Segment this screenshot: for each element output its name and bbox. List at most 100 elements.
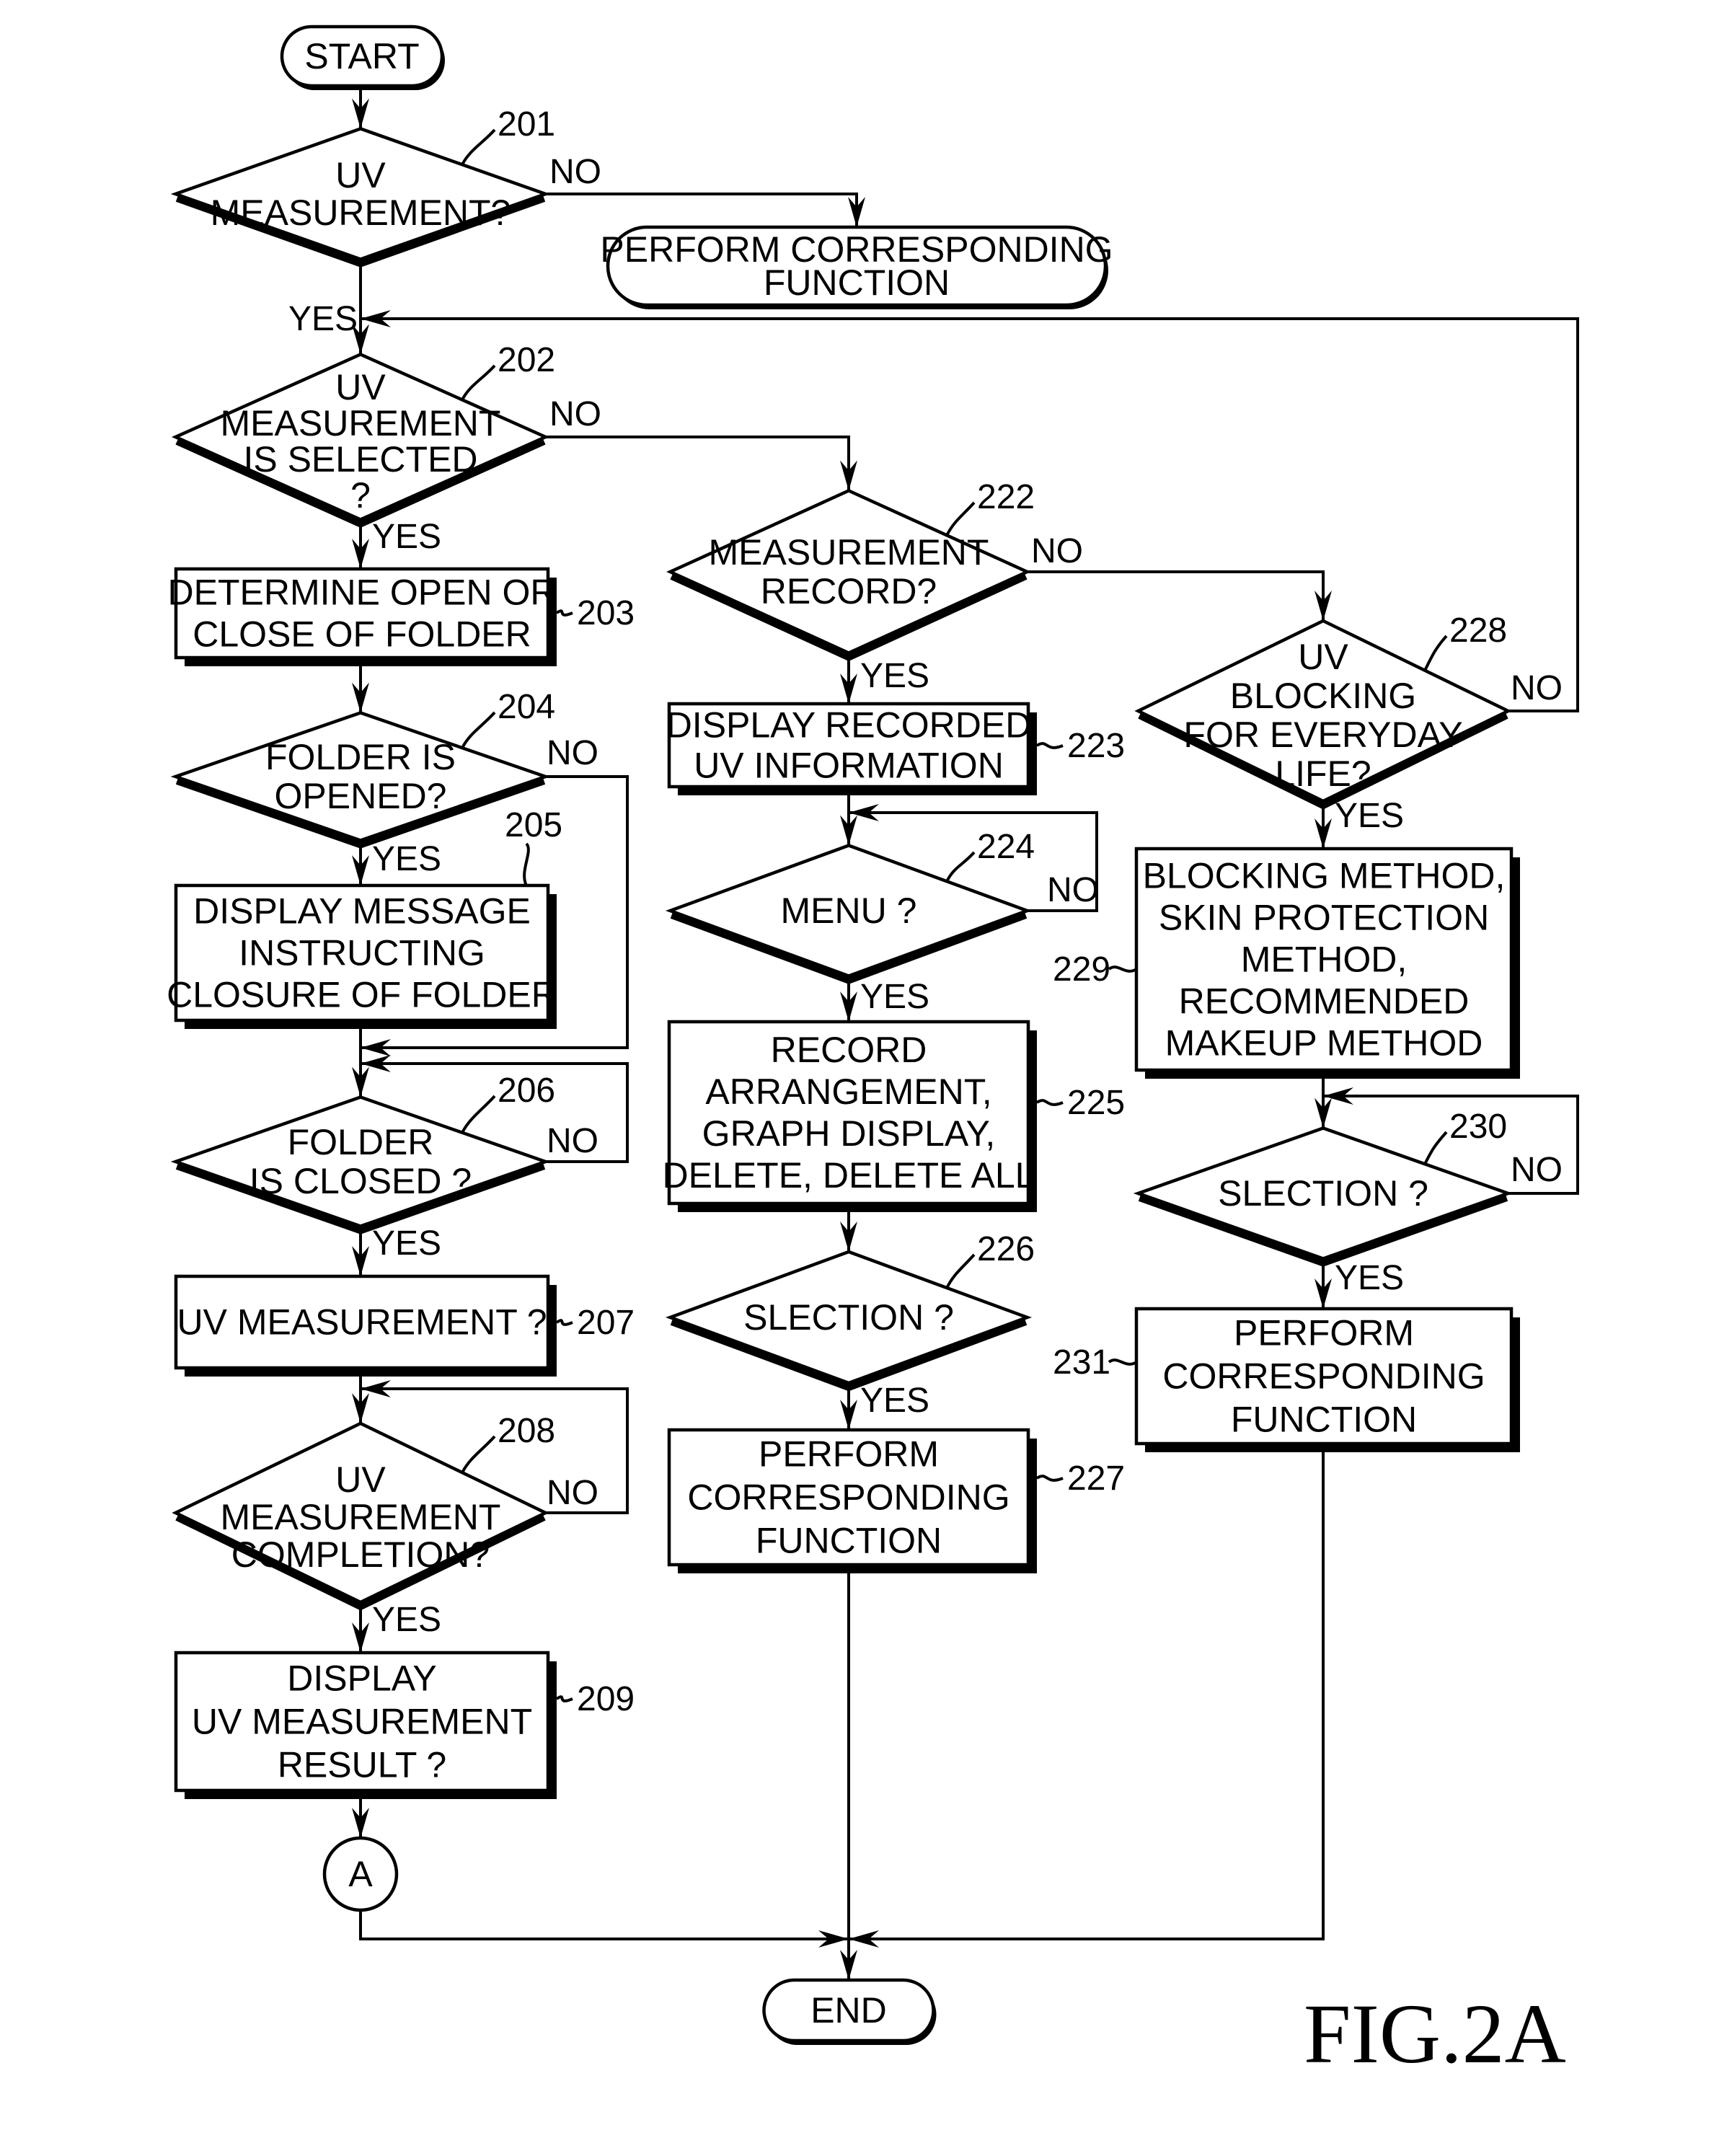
ref-number: 204 [498,688,555,726]
process-227: PERFORMCORRESPONDINGFUNCTION 227 [667,1428,1125,1573]
process-229-text-line: RECOMMENDED [1179,981,1470,1022]
decision-226: SLECTION ? 226 [665,1230,1035,1392]
process-227-text-line: FUNCTION [756,1521,942,1561]
decision-224-text-line: MENU ? [781,891,917,931]
ref-number: 202 [498,341,555,379]
decision-202-text-line: IS SELECTED [243,439,477,480]
ref-number: 228 [1449,611,1507,650]
ref-number: 223 [1067,727,1125,765]
branch-label-yes: YES [372,840,441,878]
ref-leader [1035,1475,1064,1482]
ref-leader [523,842,530,886]
connector-a: A [322,1836,399,1912]
ref-leader [555,1319,573,1326]
flowchart-canvas: STARTENDPERFORM CORRESPONDINGFUNCTIONAUV… [167,25,1579,2081]
figure-label: FIG.2A [1304,1987,1566,2081]
process-229: BLOCKING METHOD,SKIN PROTECTIONMETHOD,RE… [1053,847,1520,1079]
end-terminal-text-line: END [810,1990,887,2031]
ref-leader [1035,1099,1064,1106]
process-209-text-line: RESULT ? [278,1745,446,1785]
process-225: RECORDARRANGEMENT,GRAPH DISPLAY,DELETE, … [663,1020,1125,1212]
branch-label-yes: YES [372,518,441,556]
decision-222-text-line: RECORD? [761,571,937,611]
process-207: UV MEASUREMENT ? 207 [174,1274,635,1377]
decision-202: UVMEASUREMENTIS SELECTED? 202 [171,341,555,528]
ref-leader [555,609,573,617]
process-229-text-line: MAKEUP METHOD [1165,1023,1483,1064]
decision-228-text-line: UV [1298,637,1348,677]
process-223-text-line: UV INFORMATION [694,746,1004,786]
branch-label-no: NO [547,734,598,772]
decision-228-text-line: BLOCKING [1230,676,1416,716]
ref-number: 208 [498,1412,555,1450]
branch-label-yes: YES [288,300,358,338]
process-231-text-line: PERFORM [1234,1313,1414,1353]
ref-number: 227 [1067,1459,1125,1498]
decision-208: UVMEASUREMENTCOMPLETION? 208 [172,1412,555,1611]
branch-label-yes: YES [860,978,929,1016]
branch-label-yes: YES [860,1382,929,1420]
process-223-text-line: DISPLAY RECORDED [666,705,1032,746]
process-231-text-line: FUNCTION [1231,1400,1417,1440]
process-229-text-line: METHOD, [1241,940,1408,980]
ref-leader [1423,635,1448,671]
process-229-text-line: BLOCKING METHOD, [1143,856,1506,896]
ref-leader [461,364,496,401]
process-205-text-line: INSTRUCTING [239,933,485,973]
ref-leader [461,128,496,166]
ref-number: 201 [498,105,555,143]
edge-222-no [1027,570,1325,621]
process-227-text-line: PERFORM [759,1434,939,1475]
process-225-text-line: DELETE, DELETE ALL [663,1155,1035,1196]
branch-label-no: NO [547,1122,598,1160]
decision-202-text-line: MEASUREMENT [221,403,501,443]
ref-leader [461,1435,496,1474]
ref-leader [461,1095,496,1134]
flowchart-nodes: STARTENDPERFORM CORRESPONDINGFUNCTIONAUV… [167,25,1520,2045]
ref-leader [1108,966,1138,973]
branch-label-no: NO [547,1474,598,1512]
ref-number: 231 [1053,1343,1110,1382]
ref-number: 225 [1067,1084,1125,1122]
branch-label-yes: YES [372,1224,441,1263]
branch-label-no: NO [549,153,601,191]
ref-number: 205 [505,806,562,844]
process-225-text-line: RECORD [771,1030,927,1070]
decision-222-text-line: MEASUREMENT [709,532,989,573]
branch-label-yes: YES [1335,797,1404,835]
branch-label-no: NO [1047,871,1099,909]
end-terminal: END [762,1978,937,2045]
decision-201-text-line: MEASUREMENT? [211,193,511,233]
process-203-text-line: CLOSE OF FOLDER [193,614,531,655]
process-205-text-line: DISPLAY MESSAGE [193,891,531,932]
process-205-text-line: CLOSURE OF FOLDER [167,975,557,1015]
decision-204-text-line: FOLDER IS [265,737,456,777]
process-225-text-line: GRAPH DISPLAY, [702,1113,996,1154]
branch-label-no: NO [1511,669,1563,707]
decision-208-text-line: MEASUREMENT [221,1497,501,1537]
branch-label-yes: YES [860,657,929,695]
decision-228-text-line: FOR EVERYDAY [1183,715,1462,755]
process-227-text-line: CORRESPONDING [687,1477,1009,1518]
ref-leader [1035,742,1064,749]
decision-208-text-line: UV [335,1459,386,1500]
ref-number: 229 [1053,950,1110,989]
process-207-text-line: UV MEASUREMENT ? [177,1302,547,1343]
branch-label-no: NO [1511,1151,1563,1189]
perform-function-terminal: PERFORM CORRESPONDINGFUNCTION [600,225,1113,309]
ref-number: 222 [977,478,1035,516]
ref-leader [1108,1358,1138,1366]
decision-226-text-line: SLECTION ? [743,1297,954,1338]
perform-function-terminal-text-line: FUNCTION [764,262,950,303]
decision-230: SLECTION ? 230 [1133,1108,1514,1267]
branch-label-no: NO [549,395,601,433]
decision-201-text-line: UV [335,155,386,195]
process-231-text-line: CORRESPONDING [1162,1356,1485,1397]
process-229-text-line: SKIN PROTECTION [1159,898,1489,938]
process-203: DETERMINE OPEN ORCLOSE OF FOLDER 203 [168,567,635,666]
branch-label-yes: YES [372,1601,441,1639]
ref-leader [945,851,976,883]
process-203-text-line: DETERMINE OPEN OR [168,573,557,613]
ref-number: 209 [577,1680,635,1718]
decision-222: MEASUREMENTRECORD? 222 [666,478,1035,661]
